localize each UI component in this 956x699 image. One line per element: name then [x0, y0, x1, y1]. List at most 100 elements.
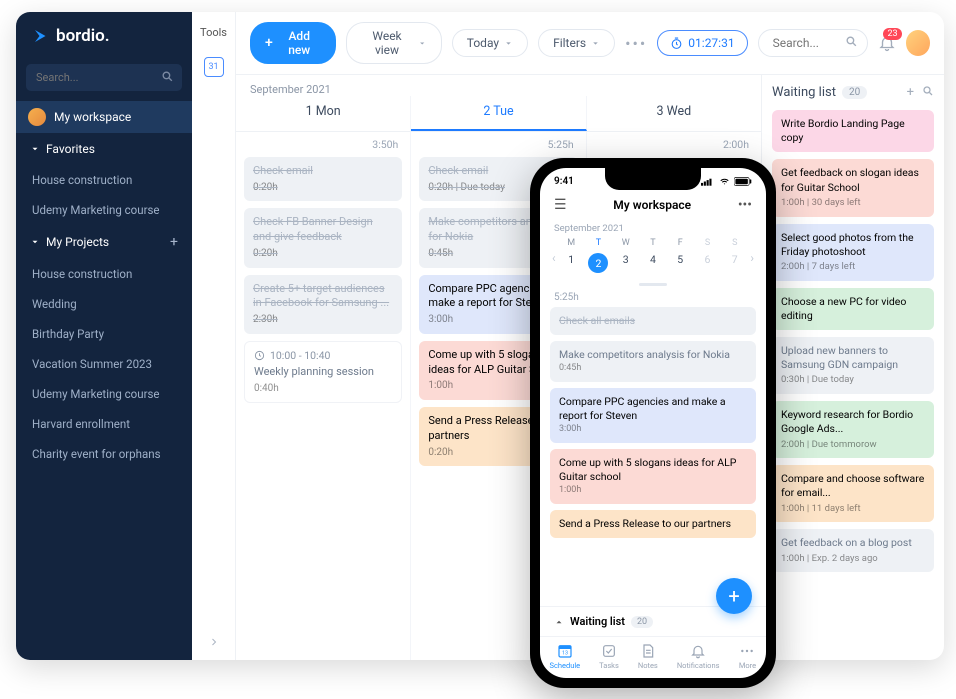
phone-task[interactable]: Check all emails	[550, 307, 756, 335]
sidebar-item[interactable]: Udemy Marketing course	[16, 195, 192, 225]
phone-date[interactable]: 4	[639, 250, 666, 279]
phone-task[interactable]: Make competitors analysis for Nokia0:45h	[550, 341, 756, 382]
timer[interactable]: 01:27:31	[657, 30, 747, 56]
phone-tab-notes[interactable]: Notes	[638, 643, 658, 670]
task-card[interactable]: Check email0:20h	[244, 157, 402, 201]
phone-tab-tasks[interactable]: Tasks	[599, 643, 619, 670]
phone-dow: S	[721, 236, 748, 250]
phone-date[interactable]: 3	[612, 250, 639, 279]
phone-tab-more[interactable]: More	[738, 643, 756, 670]
calendar-icon[interactable]: 31	[204, 57, 224, 77]
notifications-button[interactable]: 23	[878, 34, 896, 52]
waiting-list-panel: Waiting list 20 + Write Bordio Landing P…	[762, 75, 944, 660]
workspace-name: My workspace	[54, 110, 131, 124]
prev-week-button[interactable]: ‹	[550, 251, 558, 265]
day-header[interactable]: 2 Tue	[411, 96, 586, 131]
sidebar-search[interactable]	[26, 64, 182, 91]
phone-task[interactable]: Come up with 5 slogans ideas for ALP Gui…	[550, 449, 756, 504]
drag-handle[interactable]	[639, 283, 667, 286]
phone-week-strip: ‹ MTWTFSS 1234567 ›	[540, 236, 766, 279]
day-header[interactable]: 3 Wed	[587, 96, 761, 131]
sidebar-item[interactable]: House construction	[16, 259, 192, 289]
add-new-button[interactable]: +Add new	[250, 22, 336, 64]
waiting-task[interactable]: Compare and choose software for email...…	[772, 465, 934, 522]
waiting-task[interactable]: Get feedback on slogan ideas for Guitar …	[772, 159, 934, 216]
waiting-task[interactable]: Choose a new PC for video editing	[772, 288, 934, 330]
tools-label: Tools	[200, 26, 227, 39]
view-selector[interactable]: Week view	[346, 22, 442, 64]
month-label: September 2021	[236, 75, 761, 96]
hamburger-icon[interactable]: ☰	[554, 197, 567, 213]
waiting-task[interactable]: Upload new banners to Samsung GDN campai…	[772, 337, 934, 394]
clock-icon	[254, 350, 265, 361]
chevron-down-icon	[30, 144, 40, 154]
sidebar: bordio. My workspace Favorites House con…	[16, 12, 192, 660]
add-waiting-button[interactable]: +	[907, 85, 914, 100]
profile-avatar[interactable]	[906, 30, 930, 56]
phone-screen: 9:41 ☰ My workspace ••• September 2021 ‹…	[540, 168, 766, 678]
task-card[interactable]: Check FB Banner Design and give feedback…	[244, 208, 402, 267]
waiting-task[interactable]: Write Bordio Landing Page copy	[772, 110, 934, 152]
phone-date[interactable]: 6	[694, 250, 721, 279]
phone-task[interactable]: Send a Press Release to our partners	[550, 510, 756, 538]
phone-dow: M	[558, 236, 585, 250]
phone-tab-bar: 13Schedule Tasks Notes Notifications More	[540, 636, 766, 678]
sidebar-item[interactable]: Vacation Summer 2023	[16, 349, 192, 379]
search-waiting-button[interactable]	[922, 85, 934, 100]
fab-add-button[interactable]: +	[716, 578, 752, 614]
day-header[interactable]: 1 Mon	[236, 96, 411, 131]
phone-hours: 5:25h	[540, 292, 766, 307]
favorites-label: Favorites	[46, 142, 95, 156]
phone-task[interactable]: Compare PPC agencies and make a report f…	[550, 388, 756, 443]
chevron-down-icon	[418, 39, 426, 48]
waiting-task[interactable]: Keyword research for Bordio Google Ads..…	[772, 401, 934, 458]
phone-tab-schedule[interactable]: 13Schedule	[550, 643, 581, 670]
day-column-mon: 3:50h Check email0:20hCheck FB Banner De…	[236, 132, 411, 660]
phone-title: My workspace	[613, 198, 691, 212]
waiting-task[interactable]: Select good photos from the Friday photo…	[772, 224, 934, 281]
sidebar-item[interactable]: Harvard enrollment	[16, 409, 192, 439]
projects-label: My Projects	[46, 235, 109, 249]
toolbar: +Add new Week view Today Filters ••• 01:…	[236, 12, 944, 75]
phone-tab-notifications[interactable]: Notifications	[677, 643, 720, 670]
waiting-task[interactable]: Get feedback on a blog post1:00h | Exp. …	[772, 529, 934, 572]
top-search[interactable]	[758, 29, 868, 57]
phone-frame: 9:41 ☰ My workspace ••• September 2021 ‹…	[530, 158, 776, 688]
phone-date[interactable]: 5	[667, 250, 694, 279]
sidebar-item[interactable]: Udemy Marketing course	[16, 379, 192, 409]
projects-header[interactable]: My Projects +	[16, 225, 192, 259]
waiting-list-header: Waiting list 20 +	[772, 85, 934, 110]
sidebar-search-input[interactable]	[26, 64, 182, 91]
chevron-down-icon	[504, 39, 513, 48]
phone-dow: T	[639, 236, 666, 250]
more-icon[interactable]: •••	[625, 34, 647, 53]
sidebar-item[interactable]: Birthday Party	[16, 319, 192, 349]
chevron-down-icon	[591, 39, 600, 48]
sidebar-item[interactable]: Wedding	[16, 289, 192, 319]
tab-icon	[639, 643, 657, 659]
phone-header: ☰ My workspace •••	[540, 191, 766, 219]
timed-task[interactable]: 10:00 - 10:40 Weekly planning session 0:…	[244, 341, 402, 404]
chevron-up-icon	[554, 617, 564, 627]
today-button[interactable]: Today	[452, 29, 528, 57]
app-window: bordio. My workspace Favorites House con…	[16, 12, 944, 660]
sidebar-item[interactable]: House construction	[16, 165, 192, 195]
next-week-button[interactable]: ›	[748, 251, 756, 265]
filters-button[interactable]: Filters	[538, 29, 615, 57]
task-card[interactable]: Create 5+ target audiences in Facebook f…	[244, 275, 402, 334]
phone-date[interactable]: 2	[585, 250, 612, 279]
sidebar-item[interactable]: Charity event for orphans	[16, 439, 192, 469]
logo-icon	[32, 27, 50, 45]
more-icon[interactable]: •••	[738, 197, 752, 213]
stopwatch-icon	[670, 37, 683, 50]
signal-icon	[701, 177, 715, 186]
phone-date[interactable]: 1	[558, 250, 585, 279]
phone-month: September 2021	[540, 219, 766, 236]
workspace-selector[interactable]: My workspace	[16, 101, 192, 133]
phone-date[interactable]: 7	[721, 250, 748, 279]
expand-icon[interactable]	[208, 636, 220, 648]
add-project-button[interactable]: +	[170, 234, 178, 250]
workspace-avatar	[28, 108, 46, 126]
tools-column: Tools 31	[192, 12, 236, 660]
favorites-header[interactable]: Favorites	[16, 133, 192, 165]
